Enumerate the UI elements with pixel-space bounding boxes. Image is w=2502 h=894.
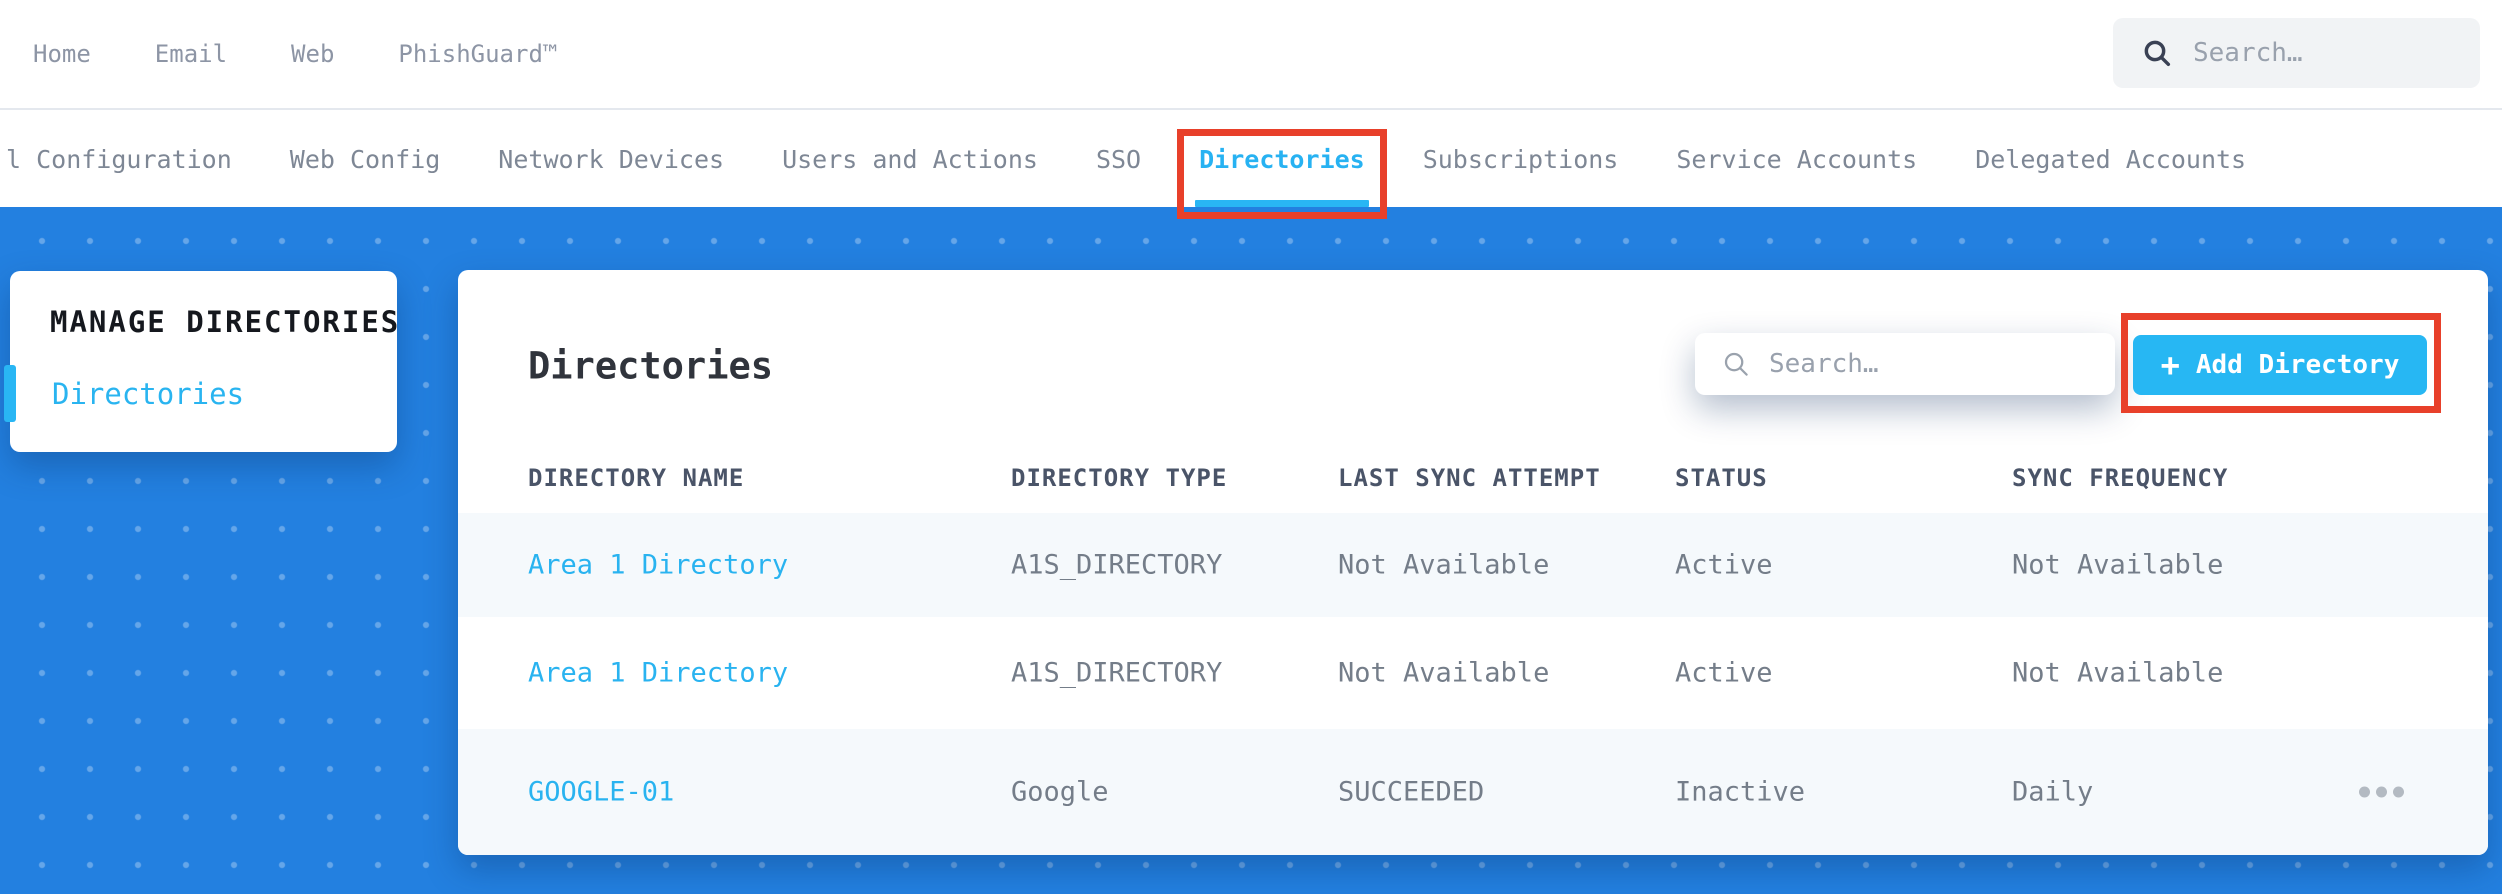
directory-type-value: A1S_DIRECTORY xyxy=(1011,549,1223,581)
sidebar-active-indicator xyxy=(4,365,16,422)
directory-name-link[interactable]: GOOGLE-01 xyxy=(528,777,674,808)
topnav-item-email[interactable]: Email xyxy=(155,40,227,68)
tab-sso[interactable]: SSO xyxy=(1096,145,1141,174)
last-sync-value: Not Available xyxy=(1338,657,1550,689)
tab-directories-label: Directories xyxy=(1199,145,1365,174)
tab-users-and-actions[interactable]: Users and Actions xyxy=(782,145,1038,174)
sidebar-item-directories[interactable]: Directories xyxy=(52,377,244,411)
last-sync-value: SUCCEEDED xyxy=(1338,776,1485,808)
topnav-item-web[interactable]: Web xyxy=(291,40,334,68)
row-actions-ellipsis-icon[interactable] xyxy=(2353,781,2410,804)
sync-frequency-value: Not Available xyxy=(2012,549,2224,581)
topnav-item-phishguard[interactable]: PhishGuard™ xyxy=(398,40,557,68)
table-row: Area 1 Directory A1S_DIRECTORY Not Avail… xyxy=(458,513,2488,617)
table-row: Area 1 Directory A1S_DIRECTORY Not Avail… xyxy=(458,617,2488,729)
sidebar-title: MANAGE DIRECTORIES xyxy=(50,305,401,339)
topnav-item-home[interactable]: Home xyxy=(33,40,91,68)
settings-tab-bar: l Configuration Web Config Network Devic… xyxy=(0,112,2502,219)
directory-name-link[interactable]: Area 1 Directory xyxy=(528,658,788,689)
add-directory-label: Add Directory xyxy=(2195,350,2400,380)
column-header-status: STATUS xyxy=(1675,464,1768,492)
status-value: Active xyxy=(1675,549,1773,581)
tab-delegated-accounts[interactable]: Delegated Accounts xyxy=(1975,145,2246,174)
tab-web-config[interactable]: Web Config xyxy=(290,145,441,174)
column-header-last-sync-attempt: LAST SYNC ATTEMPT xyxy=(1338,464,1601,492)
global-search[interactable] xyxy=(2113,18,2480,88)
top-nav: Home Email Web PhishGuard™ xyxy=(0,0,2502,110)
tab-service-accounts[interactable]: Service Accounts xyxy=(1676,145,1917,174)
sync-frequency-value: Not Available xyxy=(2012,657,2224,689)
tab-email-configuration[interactable]: l Configuration xyxy=(6,145,232,174)
manage-directories-card: MANAGE DIRECTORIES Directories xyxy=(4,271,401,452)
tab-network-devices[interactable]: Network Devices xyxy=(498,145,724,174)
column-header-directory-type: DIRECTORY TYPE xyxy=(1011,464,1228,492)
table-row: GOOGLE-01 Google SUCCEEDED Inactive Dail… xyxy=(458,729,2488,855)
directories-panel: Directories + Add Directory DIRECTORY NA… xyxy=(458,270,2488,855)
status-value: Inactive xyxy=(1675,776,1806,808)
status-value: Active xyxy=(1675,657,1773,689)
sync-frequency-value: Daily xyxy=(2012,776,2094,808)
column-header-sync-frequency: SYNC FREQUENCY xyxy=(2012,464,2229,492)
directory-name-link[interactable]: Area 1 Directory xyxy=(528,550,788,581)
tab-directories[interactable]: Directories xyxy=(1177,129,1387,219)
content-background: MANAGE DIRECTORIES Directories Directori… xyxy=(0,207,2502,894)
active-tab-underline xyxy=(1195,200,1369,207)
tab-subscriptions[interactable]: Subscriptions xyxy=(1423,145,1619,174)
add-directory-button[interactable]: + Add Directory xyxy=(2133,335,2427,395)
directory-type-value: A1S_DIRECTORY xyxy=(1011,657,1223,689)
column-header-directory-name: DIRECTORY NAME xyxy=(528,464,745,492)
search-icon xyxy=(2144,40,2171,67)
last-sync-value: Not Available xyxy=(1338,549,1550,581)
directories-search[interactable] xyxy=(1695,333,2115,395)
directory-type-value: Google xyxy=(1011,776,1109,808)
global-search-input[interactable] xyxy=(2191,37,2480,69)
plus-icon: + xyxy=(2160,346,2180,384)
search-icon xyxy=(1724,352,1748,376)
page-title: Directories xyxy=(528,344,774,388)
directories-search-input[interactable] xyxy=(1767,348,2115,380)
